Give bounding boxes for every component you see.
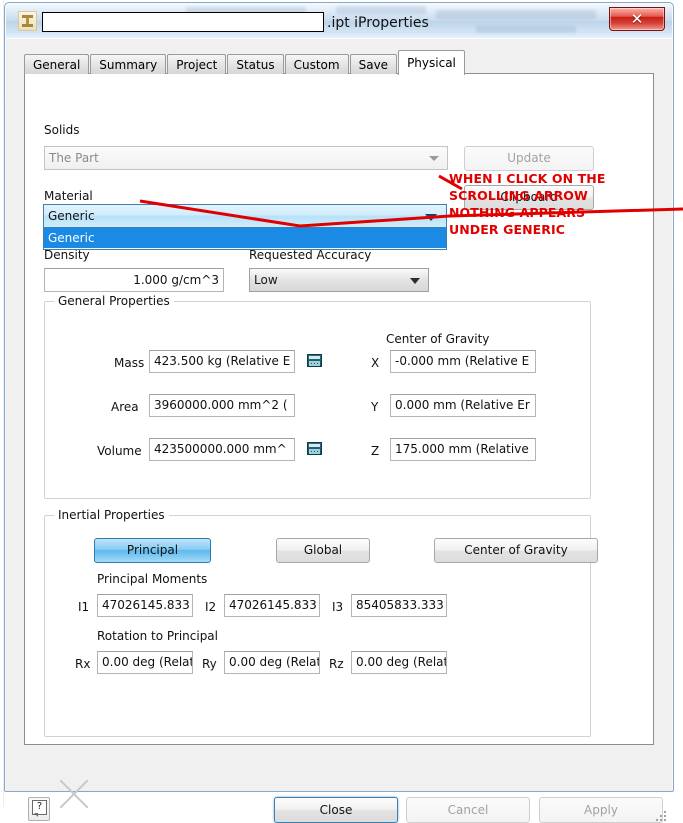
title-bar-artifact [336,6,426,14]
update-button: Update [464,146,594,171]
requested-accuracy-label: Requested Accuracy [249,248,372,262]
clipboard-button[interactable]: Clipboard [464,185,594,210]
tab-summary[interactable]: Summary [90,54,167,74]
cog-x-label: X [371,356,380,370]
rx-label: Rx [75,657,91,671]
center-of-gravity-label: Center of Gravity [386,332,490,346]
title-bar: .ipt iProperties ✕ [6,4,672,38]
title-bar-artifact [436,10,596,19]
calculator-keys [309,361,320,366]
apply-button: Apply [539,797,663,823]
help-icon-tail [34,813,38,817]
i2-label: I2 [205,600,217,614]
calculator-keys [309,449,320,454]
principal-moments-label: Principal Moments [97,572,208,586]
general-properties-title: General Properties [54,294,174,308]
cog-z-label: Z [371,444,380,458]
material-combo[interactable]: Generic [43,204,447,228]
requested-accuracy-value: Low [254,273,278,287]
tab-strip: General Summary Project Status Custom Sa… [24,50,466,75]
physical-tab-page: Solids The Part Update Material Clipboar… [24,73,654,745]
rotation-to-principal-label: Rotation to Principal [97,629,218,643]
area-field[interactable]: 3960000.000 mm^2 ( [149,394,295,417]
physical-tab-content: Solids The Part Update Material Clipboar… [26,75,652,743]
center-of-gravity-button[interactable]: Center of Gravity [434,538,598,563]
solids-combo[interactable]: The Part [44,146,448,170]
material-label: Material [44,189,93,203]
i3-field[interactable]: 85405833.333 k [351,594,447,617]
resize-grip-icon[interactable] [656,811,668,823]
calculator-screen [309,356,320,359]
close-icon: ✕ [630,10,644,28]
chevron-down-icon [410,278,420,284]
solids-combo-value: The Part [49,151,99,165]
title-bar-artifact [476,26,576,33]
chevron-down-icon [429,156,439,161]
requested-accuracy-combo[interactable]: Low [249,268,429,292]
rz-field[interactable]: 0.00 deg (Relat [351,651,447,674]
tab-general[interactable]: General [24,54,90,74]
i3-label: I3 [332,600,344,614]
material-option-generic[interactable]: Generic [44,228,446,248]
help-button[interactable]: ? [28,797,50,821]
calculator-screen [309,444,320,447]
general-properties-group: General Properties Center of Gravity Mas… [44,294,591,499]
volume-field[interactable]: 423500000.000 mm^ [149,438,295,461]
i2-field[interactable]: 47026145.833 k [224,594,320,617]
rx-field[interactable]: 0.00 deg (Relat [97,651,193,674]
inventor-part-icon [18,11,37,31]
close-window-button[interactable]: ✕ [609,7,665,31]
desktop-backdrop: .ipt iProperties ✕ General Summary Proje… [0,0,683,823]
global-button[interactable]: Global [276,538,370,563]
i1-label: I1 [78,600,90,614]
ibeam-bottom-flange [22,24,33,27]
tab-save[interactable]: Save [349,54,398,74]
inertial-properties-group: Inertial Properties Principal Global Cen… [44,508,598,737]
volume-calculator-icon[interactable] [307,442,322,455]
dialog-client-area: General Summary Project Status Custom Sa… [6,38,672,823]
i1-field[interactable]: 47026145.833 k [97,594,193,617]
area-label: Area [111,400,139,414]
tab-status[interactable]: Status [227,54,284,74]
redacted-filename-box [42,12,324,32]
ry-label: Ry [202,657,217,671]
cog-x-field[interactable]: -0.000 mm (Relative E [390,350,536,373]
window-title: .ipt iProperties [327,15,429,31]
cancel-button: Cancel [406,797,530,823]
mass-label: Mass [114,356,145,370]
iproperties-dialog: .ipt iProperties ✕ General Summary Proje… [4,2,674,823]
cog-y-field[interactable]: 0.000 mm (Relative Er [390,394,536,417]
density-label: Density [44,248,90,262]
chevron-down-icon[interactable] [425,214,437,221]
tab-physical[interactable]: Physical [398,50,465,75]
mass-calculator-icon[interactable] [307,354,322,367]
tab-project[interactable]: Project [167,54,227,74]
density-field[interactable]: 1.000 g/cm^3 [44,268,224,292]
solids-label: Solids [44,123,80,137]
cog-z-field[interactable]: 175.000 mm (Relative [390,438,536,461]
tab-custom[interactable]: Custom [284,54,349,74]
principal-button[interactable]: Principal [94,538,211,563]
material-dropdown-list[interactable]: Generic [43,228,447,250]
material-combo-value: Generic [48,209,95,223]
volume-label: Volume [97,444,142,458]
close-button-footer[interactable]: Close [274,797,398,823]
mass-field[interactable]: 423.500 kg (Relative E [149,350,295,373]
ry-field[interactable]: 0.00 deg (Relat [224,651,320,674]
cog-y-label: Y [371,400,379,414]
rz-label: Rz [329,657,344,671]
inertial-properties-title: Inertial Properties [54,508,169,522]
